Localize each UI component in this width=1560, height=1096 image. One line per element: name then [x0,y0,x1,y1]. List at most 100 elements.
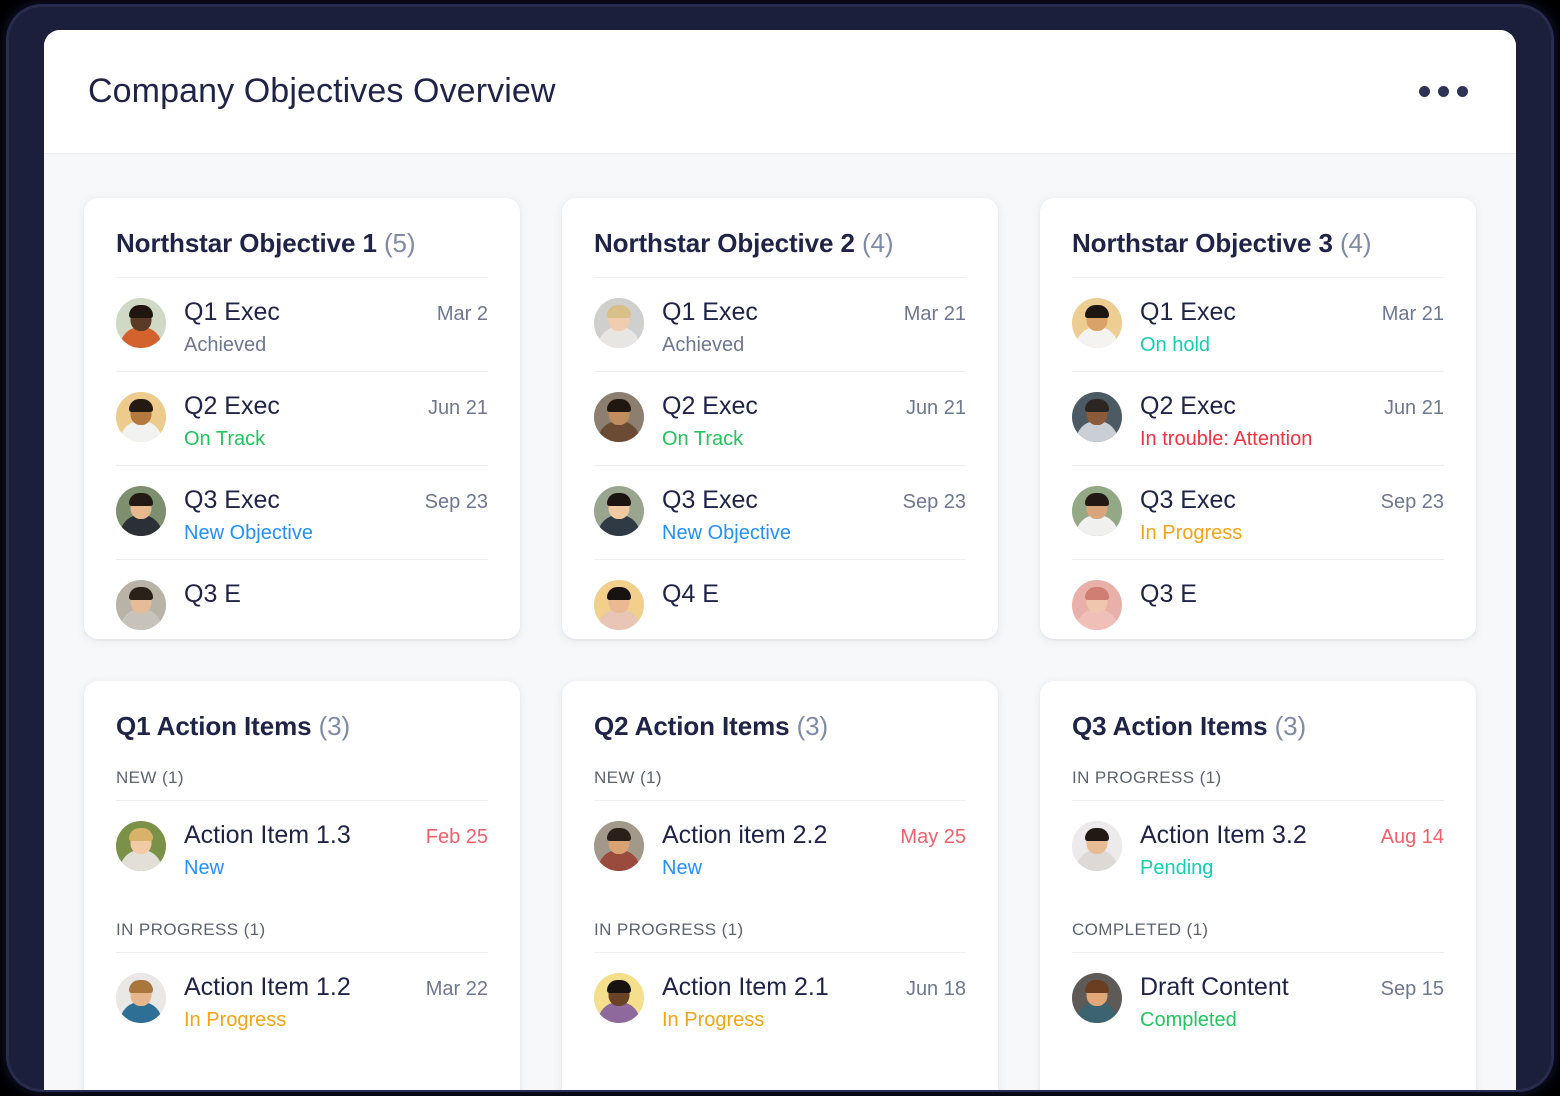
avatar [594,821,644,871]
row-title: Action Item 3.2 [1140,821,1307,849]
status-badge: Achieved [662,334,745,356]
objective-row[interactable]: Q2 Exec Jun 21 On Track [116,371,488,465]
row-header: Action Item 1.3 Feb 25 [184,821,488,850]
row-content: Q3 E [1140,580,1444,616]
row-title: Action Item 1.2 [184,973,351,1001]
objective-row[interactable]: Q3 Exec Sep 23 New Objective [594,465,966,559]
objective-card[interactable]: Northstar Objective 2 (4) Q1 Exec Mar 21 Ac… [562,198,998,639]
objective-row[interactable]: Q3 E [1072,559,1444,639]
row-due-date: Jun 21 [427,397,488,419]
row-content: Q4 E [662,580,966,616]
group-label: IN PROGRESS (1) [116,920,266,939]
objective-row[interactable]: Q2 Exec Jun 21 In trouble: Attention [1072,371,1444,465]
card-title: Northstar Objective 3 (4) [1072,228,1444,259]
status-badge: New [184,857,225,879]
objective-card[interactable]: Q1 Action Items (3) NEW (1) Action Item 1.… [84,681,520,1090]
row-group: Q1 Exec Mar 2 Achieved Q2 Exec Jun 21 On Trac… [116,277,488,639]
objective-row[interactable]: Q1 Exec Mar 2 Achieved [116,277,488,371]
avatar [1072,973,1122,1023]
objective-row[interactable]: Q1 Exec Mar 21 Achieved [594,277,966,371]
group-label: COMPLETED (1) [1072,920,1209,939]
status-badge: In Progress [1140,522,1243,544]
row-header: Q3 Exec Sep 23 [1140,486,1444,515]
objective-row[interactable]: Action item 2.2 May 25 New [594,800,966,894]
objective-row[interactable]: Draft Content Sep 15 Completed [1072,952,1444,1046]
kebab-menu-icon[interactable] [1415,76,1472,107]
avatar-hair [607,828,631,841]
row-due-date: Jun 18 [905,978,966,1000]
row-group: Q1 Exec Mar 21 Achieved Q2 Exec Jun 21 On Tra… [594,277,966,639]
card-title-text: Q2 Action Items [594,711,790,741]
row-header: Q3 Exec Sep 23 [662,486,966,515]
objective-card[interactable]: Q2 Action Items (3) NEW (1) Action item 2.… [562,681,998,1090]
objective-row[interactable]: Q3 E [116,559,488,639]
row-due-date: Jun 21 [1383,397,1444,419]
kebab-dot [1457,86,1468,97]
card-title: Northstar Objective 2 (4) [594,228,966,259]
objective-row[interactable]: Q4 E [594,559,966,639]
row-title: Q1 Exec [184,298,280,326]
row-due-date: Mar 21 [903,303,966,325]
objective-row[interactable]: Q3 Exec Sep 23 New Objective [116,465,488,559]
row-title: Q3 Exec [662,486,758,514]
objective-row[interactable]: Q3 Exec Sep 23 In Progress [1072,465,1444,559]
kebab-dot [1438,86,1449,97]
row-content: Q2 Exec Jun 21 On Track [662,392,966,451]
avatar-hair [129,980,153,993]
objective-row[interactable]: Action Item 3.2 Aug 14 Pending [1072,800,1444,894]
row-group: Q1 Exec Mar 21 On hold Q2 Exec Jun 21 In trou… [1072,277,1444,639]
row-group: Action Item 2.1 Jun 18 In Progress [594,952,966,1046]
row-title: Q2 Exec [662,392,758,420]
objective-row[interactable]: Action Item 1.3 Feb 25 New [116,800,488,894]
row-due-date: May 25 [900,826,966,848]
row-header: Action Item 3.2 Aug 14 [1140,821,1444,850]
avatar [116,580,166,630]
avatar-hair [1085,828,1109,841]
avatar [1072,298,1122,348]
row-content: Action item 2.2 May 25 New [662,821,966,880]
avatar [116,298,166,348]
row-title: Q3 Exec [1140,486,1236,514]
avatar-hair [607,587,631,600]
card-title-text: Northstar Objective 2 [594,228,855,258]
objective-card[interactable]: Northstar Objective 1 (5) Q1 Exec Mar 2 Ach… [84,198,520,639]
row-content: Q3 Exec Sep 23 New Objective [662,486,966,545]
avatar [116,973,166,1023]
objective-card[interactable]: Q3 Action Items (3) IN PROGRESS (1) Action… [1040,681,1476,1090]
group-label: IN PROGRESS (1) [1072,768,1222,787]
row-title: Q1 Exec [662,298,758,326]
avatar [116,821,166,871]
row-content: Action Item 1.2 Mar 22 In Progress [184,973,488,1032]
row-content: Action Item 2.1 Jun 18 In Progress [662,973,966,1032]
avatar [1072,580,1122,630]
card-title: Northstar Objective 1 (5) [116,228,488,259]
row-header: Action Item 2.1 Jun 18 [662,973,966,1002]
card-title: Q3 Action Items (3) [1072,711,1444,742]
objective-row[interactable]: Action Item 1.2 Mar 22 In Progress [116,952,488,1046]
row-content: Draft Content Sep 15 Completed [1140,973,1444,1032]
row-header: Action item 2.2 May 25 [662,821,966,850]
row-due-date: Sep 23 [1380,491,1444,513]
row-header: Q1 Exec Mar 21 [1140,298,1444,327]
avatar [116,486,166,536]
row-group: Action item 2.2 May 25 New [594,800,966,894]
row-content: Q3 Exec Sep 23 New Objective [184,486,488,545]
row-title: Action Item 2.1 [662,973,829,1001]
status-badge: In trouble: Attention [1140,428,1313,450]
avatar-hair [1085,399,1109,412]
status-badge: Completed [1140,1009,1237,1031]
row-due-date: Mar 21 [1381,303,1444,325]
objective-row[interactable]: Q1 Exec Mar 21 On hold [1072,277,1444,371]
objective-row[interactable]: Q2 Exec Jun 21 On Track [594,371,966,465]
avatar [594,392,644,442]
avatar-hair [1085,980,1109,993]
objective-card[interactable]: Northstar Objective 3 (4) Q1 Exec Mar 21 On… [1040,198,1476,639]
row-header: Q3 Exec Sep 23 [184,486,488,515]
card-title-text: Q1 Action Items [116,711,312,741]
row-group: Action Item 3.2 Aug 14 Pending [1072,800,1444,894]
objective-row[interactable]: Action Item 2.1 Jun 18 In Progress [594,952,966,1046]
avatar-hair [1085,305,1109,318]
avatar-hair [129,587,153,600]
page-header: Company Objectives Overview [44,30,1516,154]
avatar [594,973,644,1023]
